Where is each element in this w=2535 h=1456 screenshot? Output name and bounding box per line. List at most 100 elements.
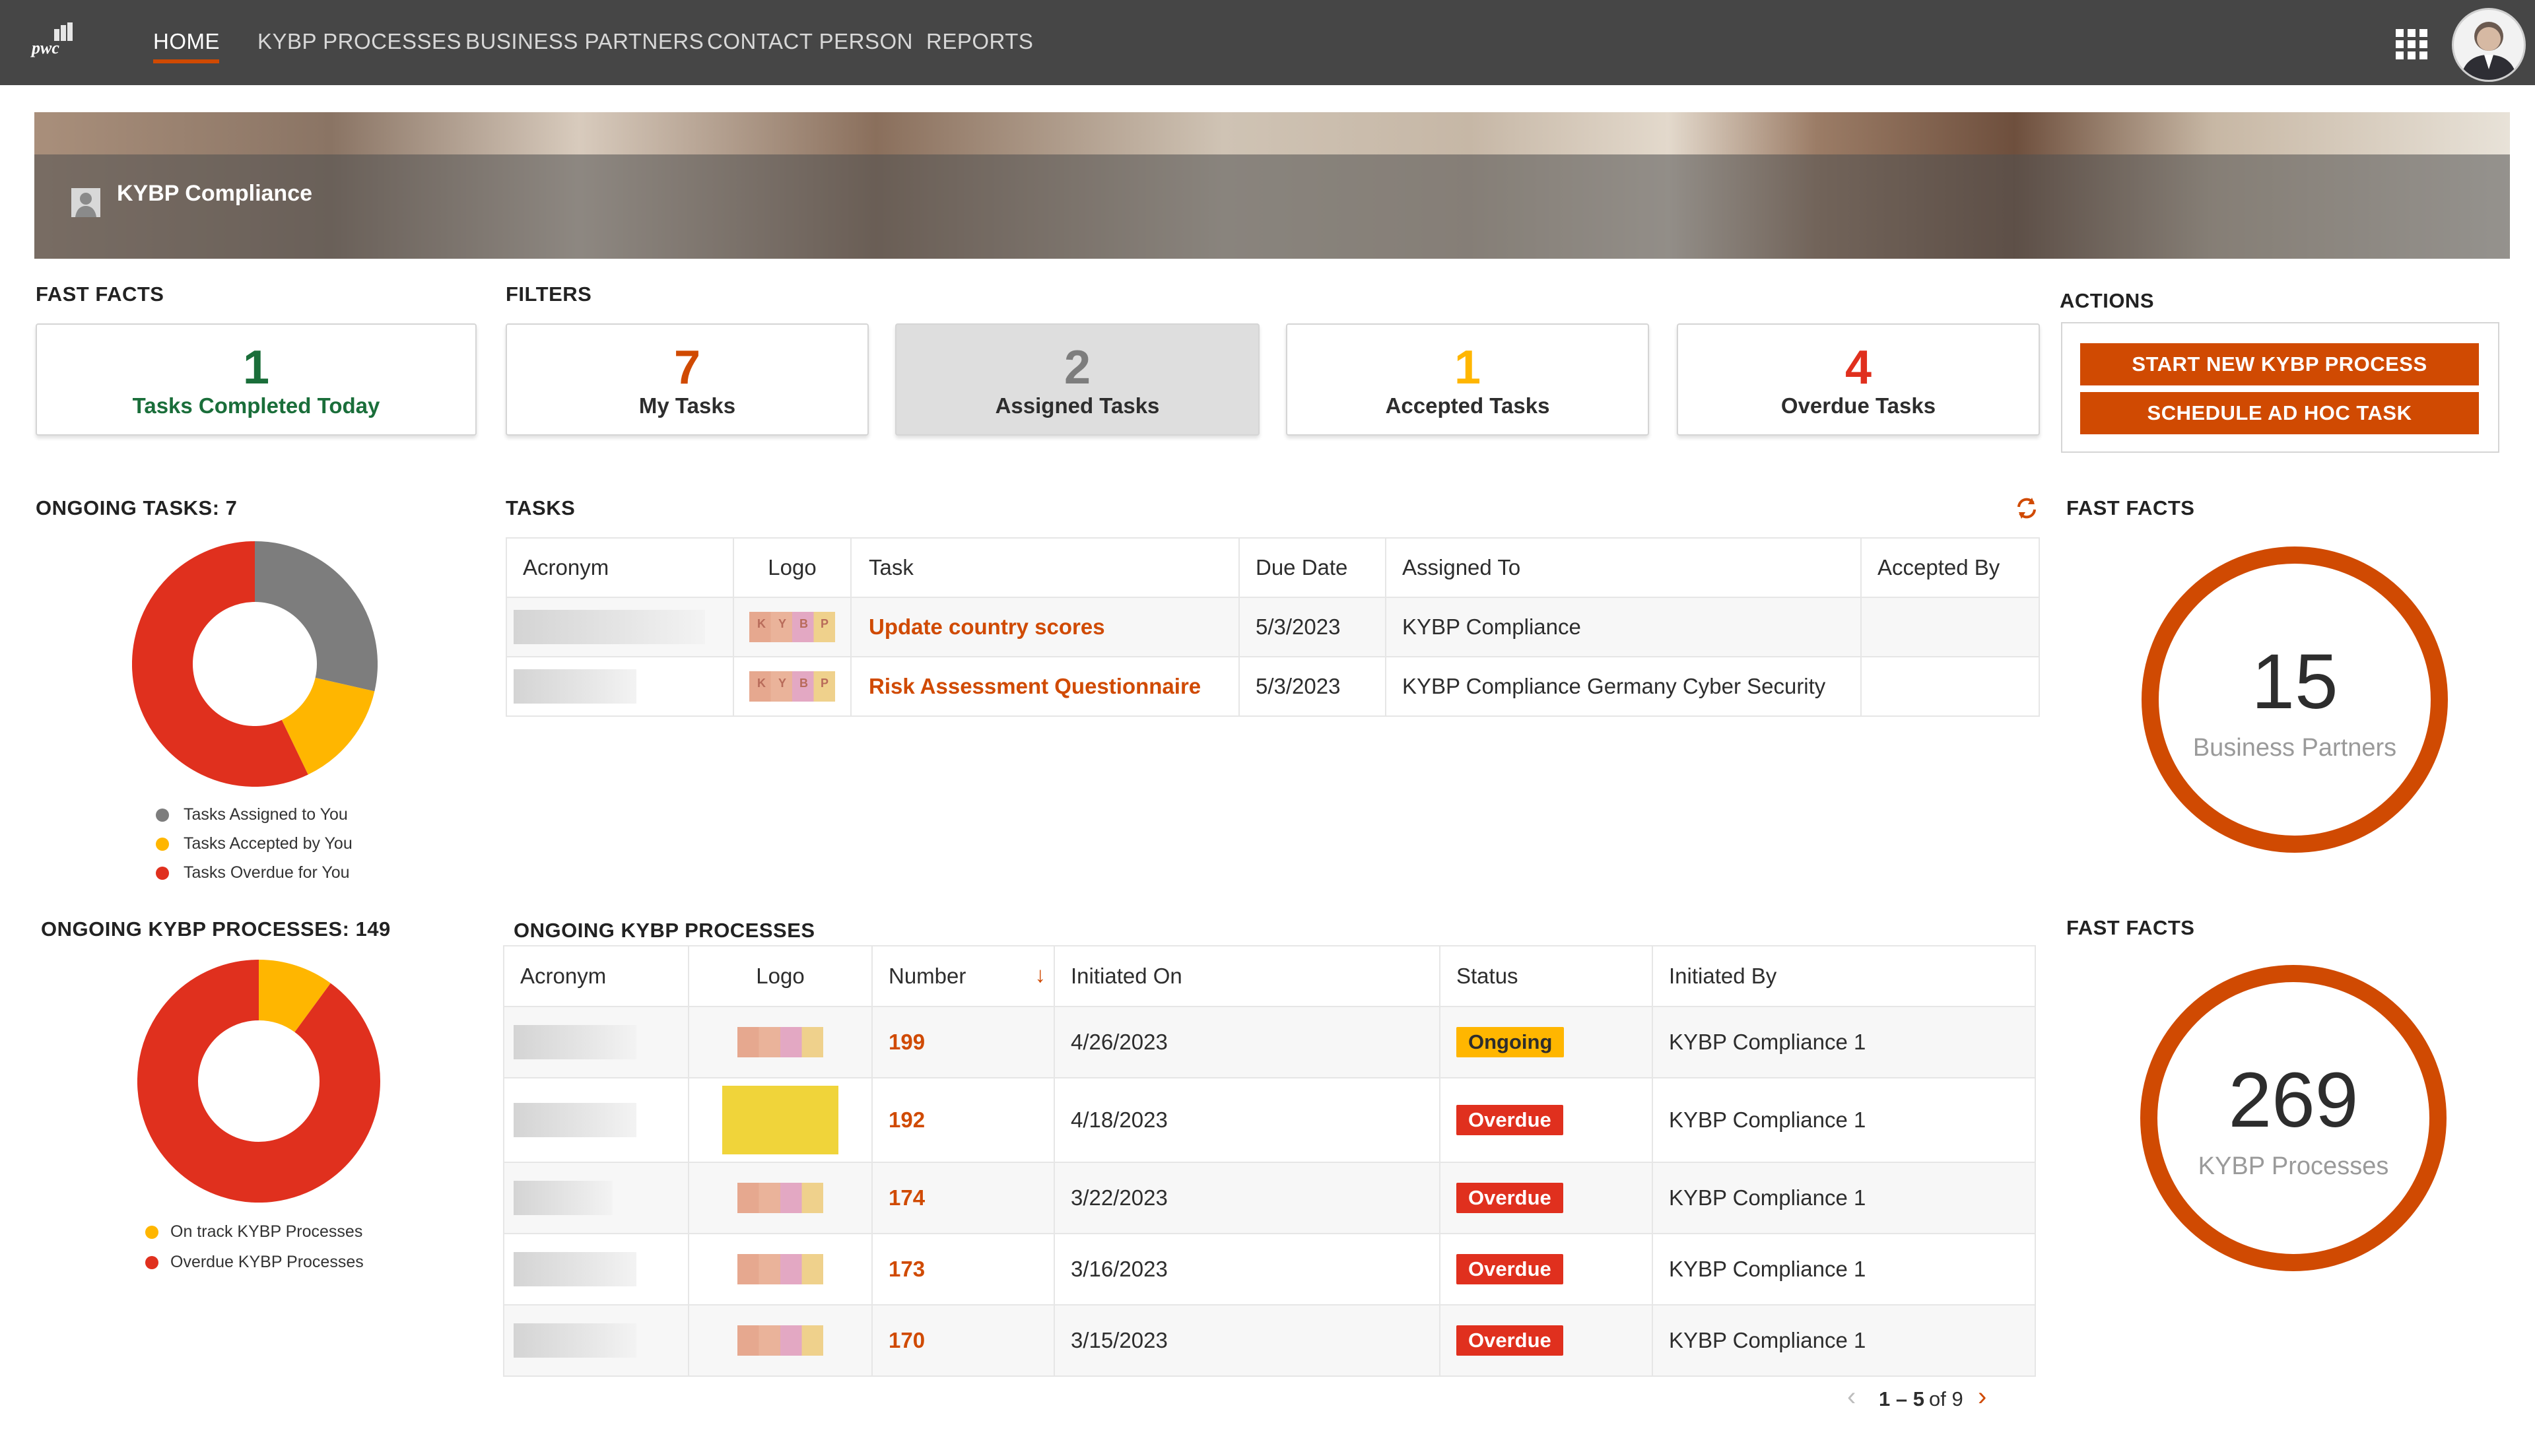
initiated-by-cell: KYBP Compliance 1 xyxy=(1652,1006,2036,1078)
legend-dot xyxy=(145,1226,158,1240)
col-initiated-by[interactable]: Initiated By xyxy=(1652,945,2036,1007)
hero-banner: KYBP Compliance xyxy=(34,112,2510,259)
card-value: 4 xyxy=(1844,341,1872,394)
process-number-link[interactable]: 192 xyxy=(889,1108,925,1132)
number-cell[interactable]: 170 xyxy=(871,1304,1055,1377)
business-partners-kpi[interactable]: 15 Business Partners xyxy=(2142,546,2448,853)
accepted-by-cell xyxy=(1860,656,2040,717)
col-status[interactable]: Status xyxy=(1439,945,1653,1007)
status-badge: Overdue xyxy=(1456,1183,1563,1213)
process-number-link[interactable]: 199 xyxy=(889,1030,925,1054)
redacted-acronym xyxy=(514,1252,636,1286)
process-number-link[interactable]: 173 xyxy=(889,1257,925,1281)
card-assigned-tasks[interactable]: 2 Assigned Tasks xyxy=(895,323,1260,436)
start-new-kybp-process-button[interactable]: START NEW KYBP PROCESS xyxy=(2080,343,2479,385)
col-due-date[interactable]: Due Date xyxy=(1238,537,1386,598)
col-acronym[interactable]: Acronym xyxy=(503,945,689,1007)
process-number-link[interactable]: 170 xyxy=(889,1328,925,1352)
col-acronym[interactable]: Acronym xyxy=(506,537,734,598)
table-row[interactable]: 170 3/15/2023 Overdue KYBP Compliance 1 xyxy=(503,1304,2036,1377)
redacted-acronym xyxy=(514,669,636,704)
task-link[interactable]: Risk Assessment Questionnaire xyxy=(869,674,1201,698)
table-row[interactable]: 173 3/16/2023 Overdue KYBP Compliance 1 xyxy=(503,1233,2036,1306)
table-row[interactable]: 192 4/18/2023 Overdue KYBP Compliance 1 xyxy=(503,1077,2036,1163)
nav-home[interactable]: HOME xyxy=(153,29,220,54)
nav-business-partners[interactable]: BUSINESS PARTNERS xyxy=(465,29,704,54)
table-row[interactable]: KYBP Risk Assessment Questionnaire 5/3/2… xyxy=(506,656,2040,717)
task-cell[interactable]: Risk Assessment Questionnaire xyxy=(850,656,1240,717)
partner-logo: KYBP xyxy=(749,612,835,642)
assigned-to-cell: KYBP Compliance xyxy=(1385,597,1862,657)
kpi-label: KYBP Processes xyxy=(2198,1152,2389,1180)
table-row[interactable]: KYBP Update country scores 5/3/2023 KYBP… xyxy=(506,597,2040,657)
status-cell: Overdue xyxy=(1439,1077,1653,1163)
schedule-ad-hoc-task-button[interactable]: SCHEDULE AD HOC TASK xyxy=(2080,392,2479,434)
initiated-by-cell: KYBP Compliance 1 xyxy=(1652,1077,2036,1163)
donut-slice-on-track-kybp-processes[interactable] xyxy=(257,960,331,1033)
tasks-heading: TASKS xyxy=(506,496,576,519)
status-cell: Overdue xyxy=(1439,1233,1653,1306)
col-initiated-on[interactable]: Initiated On xyxy=(1054,945,1440,1007)
card-value: 1 xyxy=(1454,341,1481,394)
legend-item-on-track: On track KYBP Processes xyxy=(145,1222,362,1241)
pager-range: 1 – 5 xyxy=(1879,1387,1924,1410)
refresh-icon[interactable] xyxy=(2015,496,2039,520)
user-avatar[interactable] xyxy=(2452,8,2526,82)
nav-contact-person[interactable]: CONTACT PERSON xyxy=(707,29,913,54)
number-cell[interactable]: 174 xyxy=(871,1162,1055,1234)
task-cell[interactable]: Update country scores xyxy=(850,597,1240,657)
pager-next-icon[interactable]: › xyxy=(1978,1382,1986,1412)
initiated-by-cell: KYBP Compliance 1 xyxy=(1652,1162,2036,1234)
nav-reports[interactable]: REPORTS xyxy=(926,29,1033,54)
col-task[interactable]: Task xyxy=(850,537,1240,598)
acronym-cell xyxy=(506,656,734,717)
table-row[interactable]: 174 3/22/2023 Overdue KYBP Compliance 1 xyxy=(503,1162,2036,1234)
donut-slice-tasks-accepted-by-you[interactable] xyxy=(281,677,375,775)
logo-cell: KYBP xyxy=(733,597,852,657)
card-tasks-completed[interactable]: 1 Tasks Completed Today xyxy=(36,323,477,436)
initiated-on-cell: 4/18/2023 xyxy=(1054,1077,1440,1163)
acronym-cell xyxy=(503,1304,689,1377)
col-number[interactable]: Number ↓ xyxy=(871,945,1055,1007)
redacted-acronym xyxy=(514,1181,613,1215)
fast-facts-partners-heading: FAST FACTS xyxy=(2066,496,2195,519)
donut-slice-tasks-assigned-to-you[interactable] xyxy=(254,541,378,692)
donut-slice-overdue-kybp-processes[interactable] xyxy=(137,960,380,1203)
redacted-acronym xyxy=(514,1323,636,1358)
col-assigned-to[interactable]: Assigned To xyxy=(1385,537,1862,598)
pwc-logo[interactable]: pwc xyxy=(29,18,82,65)
brand-text: pwc xyxy=(32,38,59,57)
task-link[interactable]: Update country scores xyxy=(869,614,1105,639)
card-my-tasks[interactable]: 7 My Tasks xyxy=(506,323,869,436)
kpi-value: 269 xyxy=(2228,1057,2359,1144)
acronym-cell xyxy=(503,1006,689,1078)
nav-kybp-processes[interactable]: KYBP PROCESSES xyxy=(257,29,461,54)
actions-panel: START NEW KYBP PROCESS SCHEDULE AD HOC T… xyxy=(2061,322,2499,453)
number-cell[interactable]: 199 xyxy=(871,1006,1055,1078)
card-overdue-tasks[interactable]: 4 Overdue Tasks xyxy=(1677,323,2040,436)
top-nav: pwc HOME KYBP PROCESSES BUSINESS PARTNER… xyxy=(0,0,2535,85)
col-logo[interactable]: Logo xyxy=(688,945,873,1007)
kpi-label: Business Partners xyxy=(2192,734,2397,762)
number-cell[interactable]: 173 xyxy=(871,1233,1055,1306)
sort-down-icon[interactable]: ↓ xyxy=(1035,962,1046,987)
process-number-link[interactable]: 174 xyxy=(889,1185,925,1210)
initiated-by-cell: KYBP Compliance 1 xyxy=(1652,1233,2036,1306)
number-cell[interactable]: 192 xyxy=(871,1077,1055,1163)
card-value: 7 xyxy=(673,341,701,394)
legend-label: Tasks Accepted by You xyxy=(184,834,353,853)
pager-prev-icon[interactable]: ‹ xyxy=(1847,1382,1856,1412)
card-accepted-tasks[interactable]: 1 Accepted Tasks xyxy=(1286,323,1649,436)
status-cell: Overdue xyxy=(1439,1162,1653,1234)
initiated-on-cell: 3/15/2023 xyxy=(1054,1304,1440,1377)
kybp-processes-kpi[interactable]: 269 KYBP Processes xyxy=(2140,965,2447,1271)
col-accepted-by[interactable]: Accepted By xyxy=(1860,537,2040,598)
table-row[interactable]: 199 4/26/2023 Ongoing KYBP Compliance 1 xyxy=(503,1006,2036,1078)
redacted-acronym xyxy=(514,610,705,644)
ongoing-tasks-donut xyxy=(132,541,378,787)
app-grid-icon[interactable] xyxy=(2396,29,2429,59)
processes-table: Acronym Logo Number ↓ Initiated On Status… xyxy=(503,945,2036,1377)
initiated-on-cell: 4/26/2023 xyxy=(1054,1006,1440,1078)
col-logo[interactable]: Logo xyxy=(733,537,852,598)
table-header-row: Acronym Logo Number ↓ Initiated On Status… xyxy=(503,945,2036,1007)
